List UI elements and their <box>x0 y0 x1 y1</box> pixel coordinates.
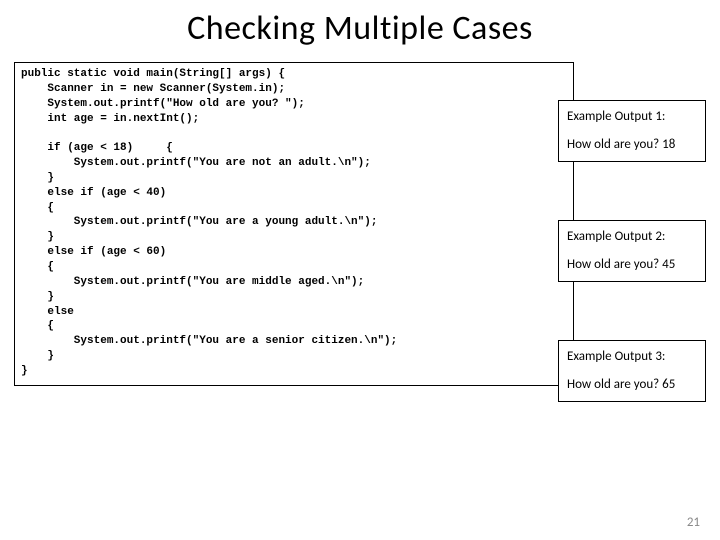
example-output-1: Example Output 1: How old are you? 18 <box>558 100 706 162</box>
slide: Checking Multiple Cases public static vo… <box>0 0 720 540</box>
example-output-1-body: How old are you? 18 <box>567 135 697 155</box>
example-output-3-header: Example Output 3: <box>567 347 697 367</box>
example-output-1-header: Example Output 1: <box>567 107 697 127</box>
example-output-2-body: How old are you? 45 <box>567 255 697 275</box>
example-output-2: Example Output 2: How old are you? 45 <box>558 220 706 282</box>
page-number: 21 <box>687 515 700 530</box>
example-output-3-body: How old are you? 65 <box>567 375 697 395</box>
code-block: public static void main(String[] args) {… <box>14 62 574 386</box>
example-output-3: Example Output 3: How old are you? 65 <box>558 340 706 402</box>
example-output-2-header: Example Output 2: <box>567 227 697 247</box>
slide-title: Checking Multiple Cases <box>0 0 720 55</box>
